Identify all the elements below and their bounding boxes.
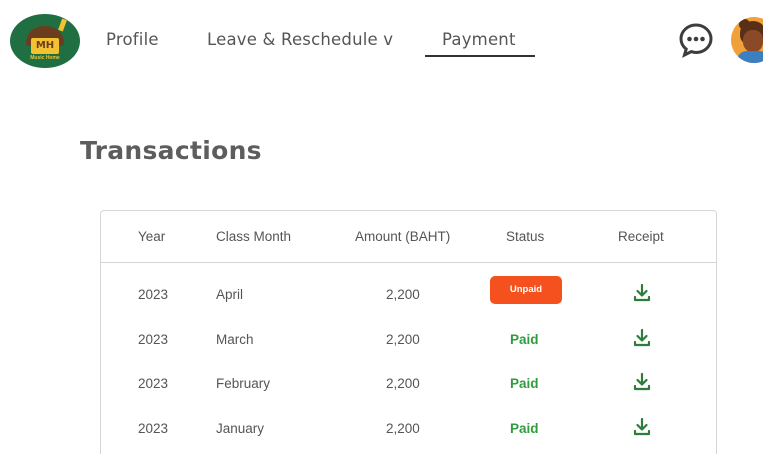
cell-year: 2023: [138, 421, 169, 436]
cell-amount: 2,200: [386, 332, 420, 347]
avatar-shirt: [737, 51, 763, 63]
cell-amount: 2,200: [386, 376, 420, 391]
status-paid: Paid: [510, 376, 539, 391]
column-header-amount: Amount (BAHT): [355, 229, 451, 244]
download-receipt-button[interactable]: [633, 283, 651, 303]
logo-tagline: Music Home: [30, 55, 60, 61]
download-icon: [633, 417, 651, 436]
cell-year: 2023: [138, 332, 169, 347]
chat-bubble-icon: [679, 23, 713, 58]
table-row: 2023 January 2,200 Paid: [101, 408, 716, 452]
nav-profile[interactable]: Profile: [106, 30, 159, 49]
user-avatar[interactable]: [731, 17, 763, 63]
column-header-year: Year: [138, 229, 166, 244]
page-title: Transactions: [80, 136, 262, 165]
nav-active-underline: [425, 55, 535, 57]
download-receipt-button[interactable]: [633, 417, 651, 437]
cell-class-month: April: [216, 287, 244, 302]
table-row: 2023 March 2,200 Paid: [101, 319, 716, 363]
cell-class-month: February: [216, 376, 271, 391]
cell-amount: 2,200: [386, 421, 420, 436]
download-icon: [633, 283, 651, 302]
download-receipt-button[interactable]: [633, 372, 651, 392]
logo-initials: MH: [35, 40, 55, 51]
column-header-receipt: Receipt: [618, 229, 664, 244]
chat-button[interactable]: [678, 22, 714, 58]
cell-class-month: January: [216, 421, 265, 436]
download-icon: [633, 372, 651, 391]
status-paid: Paid: [510, 332, 539, 347]
table-row: 2023 February 2,200 Paid: [101, 363, 716, 407]
cell-amount: 2,200: [386, 287, 420, 302]
logo-chimney: [58, 18, 67, 32]
table-row: 2023 April 2,200 Unpaid: [101, 274, 716, 318]
cell-year: 2023: [138, 376, 169, 391]
music-home-logo[interactable]: MH Music Home: [10, 14, 80, 68]
table-header: Year Class Month Amount (BAHT) Status Re…: [101, 211, 716, 263]
download-icon: [633, 328, 651, 347]
avatar-face: [743, 30, 763, 52]
download-receipt-button[interactable]: [633, 328, 651, 348]
nav-leave-reschedule[interactable]: Leave & Reschedule v: [207, 30, 393, 49]
nav-payment[interactable]: Payment: [442, 30, 516, 49]
column-header-status: Status: [506, 229, 545, 244]
cell-year: 2023: [138, 287, 169, 302]
status-paid: Paid: [510, 421, 539, 436]
column-header-class-month: Class Month: [216, 229, 292, 244]
transactions-table: Year Class Month Amount (BAHT) Status Re…: [100, 210, 717, 454]
status-badge-unpaid[interactable]: Unpaid: [490, 276, 562, 304]
cell-class-month: March: [216, 332, 254, 347]
